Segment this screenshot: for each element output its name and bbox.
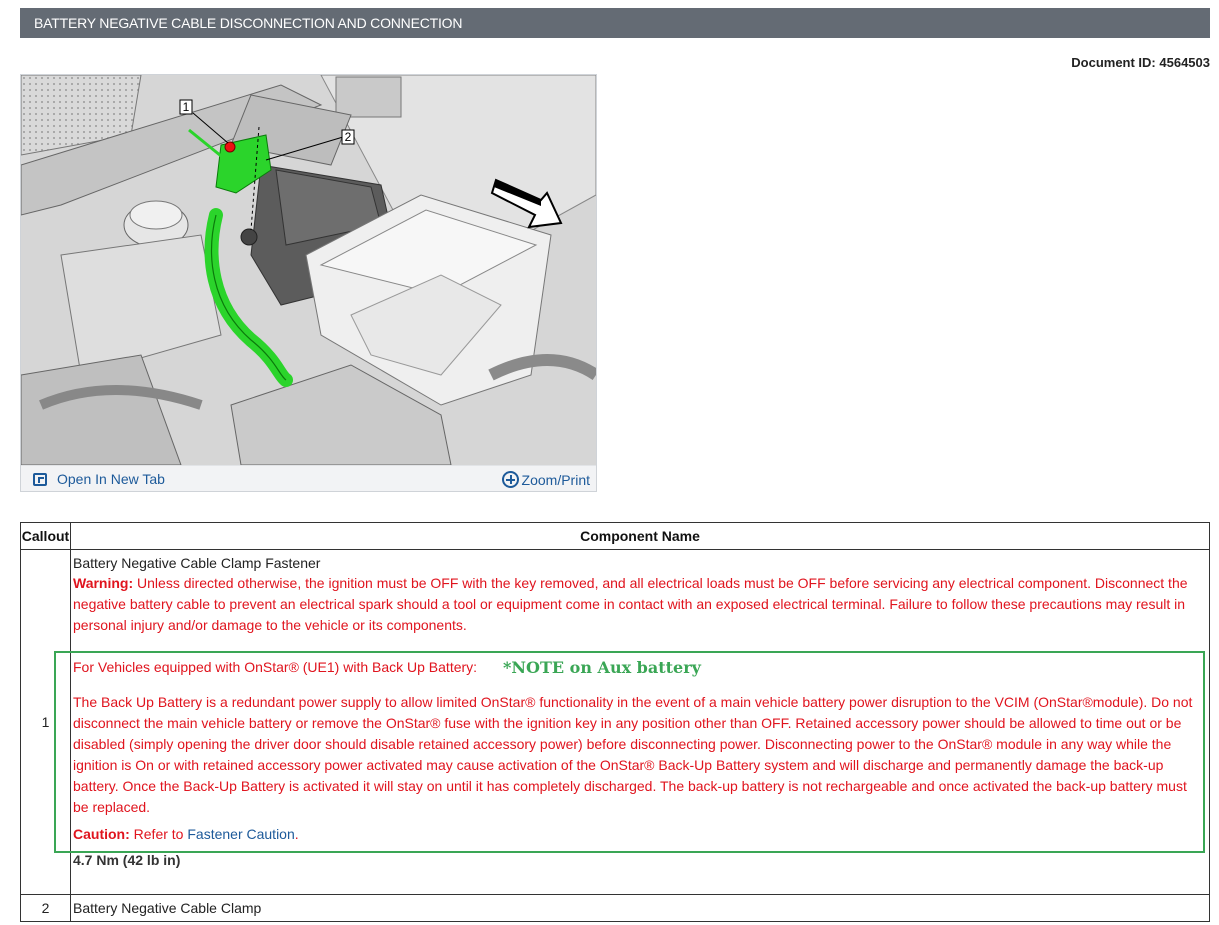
open-new-tab-link[interactable]: Open In New Tab [33, 471, 165, 487]
component-column-header: Component Name [70, 522, 1210, 550]
torque-spec: 4.7 Nm (42 lb in) [73, 852, 181, 868]
callout-column-header: Callout [20, 522, 71, 550]
callout-2-label: 2 [345, 130, 352, 144]
warning-text: Warning: Unless directed otherwise, the … [73, 573, 1203, 636]
figure-toolbar: Open In New Tab Zoom/Print [21, 465, 596, 491]
engine-bay-illustration: 1 2 [21, 75, 596, 465]
page-title: BATTERY NEGATIVE CABLE DISCONNECTION AND… [20, 8, 1210, 38]
zoom-print-link[interactable]: Zoom/Print [501, 471, 590, 488]
illustration-figure: 1 2 Open In New Tab Zoom/Print [20, 74, 597, 492]
document-id: Document ID: 4564503 [1071, 55, 1210, 70]
callout-1-label: 1 [183, 100, 190, 114]
zoom-plus-icon [501, 471, 519, 488]
open-new-tab-label: Open In New Tab [57, 471, 165, 487]
component-name: Battery Negative Cable Clamp Fastener [73, 555, 321, 571]
callout-number: 2 [20, 894, 71, 922]
table-row: 2 Battery Negative Cable Clamp [20, 894, 1210, 922]
zoom-print-label: Zoom/Print [521, 471, 590, 488]
open-new-tab-icon [33, 472, 47, 486]
table-header-row: Callout Component Name [20, 522, 1210, 550]
aux-battery-annotation-box [54, 651, 1205, 853]
component-name: Battery Negative Cable Clamp [70, 894, 1210, 922]
warning-body: Unless directed otherwise, the ignition … [73, 575, 1188, 633]
warning-label: Warning: [73, 575, 134, 591]
